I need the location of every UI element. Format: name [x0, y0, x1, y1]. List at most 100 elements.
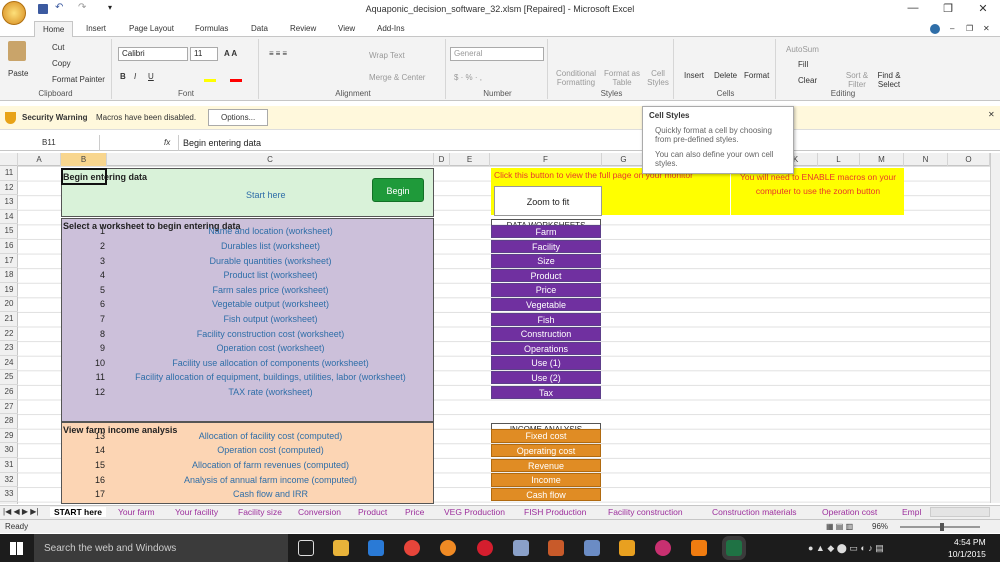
underline-button[interactable]: U — [148, 72, 154, 81]
font-size-select[interactable]: 11 — [190, 47, 218, 61]
worksheet-link[interactable]: Durable quantities (worksheet) — [107, 256, 434, 266]
sheet-tab[interactable]: Price — [405, 507, 424, 517]
row-header[interactable]: 29 — [0, 429, 18, 444]
opera-icon[interactable] — [477, 540, 493, 556]
fill-color-icon[interactable] — [204, 72, 216, 82]
ribbon-minimize-button[interactable]: – — [950, 24, 954, 33]
data-worksheet-button[interactable]: Price — [491, 283, 601, 297]
tab-view[interactable]: View — [338, 24, 355, 33]
italic-button[interactable]: I — [134, 72, 136, 81]
worksheet-link[interactable]: Facility construction cost (worksheet) — [107, 329, 434, 339]
data-worksheet-button[interactable]: Use (2) — [491, 370, 601, 385]
row-header[interactable]: 22 — [0, 327, 18, 342]
options-button[interactable]: Options... — [208, 109, 269, 126]
insert-cells-button[interactable]: Insert — [684, 71, 704, 80]
excel-icon[interactable] — [726, 540, 742, 556]
clock-time[interactable]: 4:54 PM — [954, 537, 986, 547]
horizontal-scrollbar[interactable] — [930, 507, 990, 517]
sheet-tab[interactable]: Facility construction — [608, 507, 683, 517]
windows-icon[interactable] — [10, 542, 23, 555]
row-header[interactable]: 23 — [0, 341, 18, 356]
row-header[interactable]: 24 — [0, 356, 18, 371]
income-link[interactable]: Analysis of annual farm income (computed… — [107, 475, 434, 485]
sheet-tab[interactable]: Conversion — [298, 507, 341, 517]
selected-cell[interactable] — [61, 168, 107, 185]
tab-insert[interactable]: Insert — [86, 24, 106, 33]
find-select-button[interactable]: Find & Select — [874, 71, 904, 89]
paste-button[interactable]: Paste — [8, 69, 28, 78]
fill-button[interactable]: Fill — [798, 60, 808, 69]
grow-font-button[interactable]: A A — [224, 49, 237, 58]
row-header[interactable]: 26 — [0, 385, 18, 400]
row-header[interactable]: 27 — [0, 400, 18, 415]
start-here-link[interactable]: Start here — [246, 190, 286, 200]
app-icon[interactable] — [584, 540, 600, 556]
merge-center-button[interactable]: Merge & Center — [369, 73, 425, 82]
col-header[interactable]: D — [434, 153, 450, 166]
sheet-tab[interactable]: START here — [50, 507, 107, 517]
row-header[interactable]: 18 — [0, 268, 18, 283]
income-analysis-button[interactable]: Revenue — [491, 458, 601, 472]
wrap-text-button[interactable]: Wrap Text — [369, 51, 405, 60]
worksheet-link[interactable]: Name and location (worksheet) — [107, 226, 434, 236]
ribbon-close-button[interactable]: ✕ — [983, 24, 990, 33]
row-header[interactable]: 17 — [0, 254, 18, 269]
font-color-icon[interactable] — [230, 72, 242, 82]
sort-filter-button[interactable]: Sort & Filter — [842, 71, 872, 89]
row-header[interactable]: 33 — [0, 487, 18, 502]
row-header[interactable]: 15 — [0, 224, 18, 239]
row-header[interactable]: 31 — [0, 458, 18, 473]
data-worksheet-button[interactable]: Facility — [491, 239, 601, 253]
ribbon-restore-button[interactable]: ❐ — [966, 24, 973, 33]
begin-button[interactable]: Begin — [372, 178, 424, 202]
tray-icons[interactable]: ● ▲ ◆ ⬤ ▭ ◐ ♪ ▤ — [808, 543, 884, 554]
app-icon[interactable] — [513, 540, 529, 556]
minimize-button[interactable]: — — [902, 2, 924, 18]
paste-icon[interactable] — [8, 41, 26, 61]
autosum-button[interactable]: AutoSum — [786, 45, 819, 54]
worksheet-link[interactable]: Product list (worksheet) — [107, 270, 434, 280]
number-format-select[interactable]: General — [450, 47, 544, 61]
row-header[interactable]: 14 — [0, 210, 18, 225]
tab-add-ins[interactable]: Add-Ins — [377, 24, 405, 33]
data-worksheet-button[interactable]: Vegetable — [491, 297, 601, 312]
sheet-tab[interactable]: Facility size — [238, 507, 282, 517]
task-view-icon[interactable] — [298, 540, 314, 556]
data-worksheet-button[interactable]: Fish — [491, 312, 601, 326]
select-all[interactable] — [0, 153, 18, 166]
file-explorer-icon[interactable] — [333, 540, 349, 556]
row-header[interactable]: 19 — [0, 283, 18, 298]
sheet-tab[interactable]: Empl — [902, 507, 921, 517]
col-header[interactable]: C — [107, 153, 434, 166]
office-button[interactable] — [2, 1, 26, 25]
cut-button[interactable]: Cut — [52, 43, 64, 52]
delete-cells-button[interactable]: Delete — [714, 71, 737, 80]
tab-page-layout[interactable]: Page Layout — [129, 24, 174, 33]
sheet-tab[interactable]: VEG Production — [444, 507, 505, 517]
bold-button[interactable]: B — [120, 72, 126, 81]
col-header[interactable]: A — [18, 153, 61, 166]
data-worksheet-button[interactable]: Use (1) — [491, 356, 601, 370]
app-icon[interactable] — [655, 540, 671, 556]
income-analysis-button[interactable]: Income — [491, 473, 601, 487]
fx-icon[interactable]: fx — [164, 138, 170, 147]
edge-icon[interactable] — [368, 540, 384, 556]
tab-data[interactable]: Data — [251, 24, 268, 33]
worksheet-link[interactable]: Facility use allocation of components (w… — [107, 358, 434, 368]
col-header[interactable]: E — [450, 153, 490, 166]
align-buttons[interactable]: ≡≡≡ — [269, 49, 289, 58]
tab-home[interactable]: Home — [34, 21, 74, 38]
col-header[interactable]: B — [61, 153, 107, 166]
data-worksheet-button[interactable]: Product — [491, 268, 601, 283]
formula-input[interactable]: Begin entering data — [178, 135, 986, 151]
format-painter-button[interactable]: Format Painter — [52, 75, 105, 84]
format-as-table-button[interactable]: Format as Table — [602, 69, 642, 87]
clock-date[interactable]: 10/1/2015 — [948, 549, 986, 559]
col-header[interactable]: L — [818, 153, 860, 166]
app-icon[interactable] — [619, 540, 635, 556]
row-header[interactable]: 25 — [0, 370, 18, 385]
income-link[interactable]: Allocation of facility cost (computed) — [107, 431, 434, 441]
zoom-slider-thumb[interactable] — [940, 523, 944, 531]
firefox-icon[interactable] — [440, 540, 456, 556]
col-header[interactable]: N — [904, 153, 948, 166]
